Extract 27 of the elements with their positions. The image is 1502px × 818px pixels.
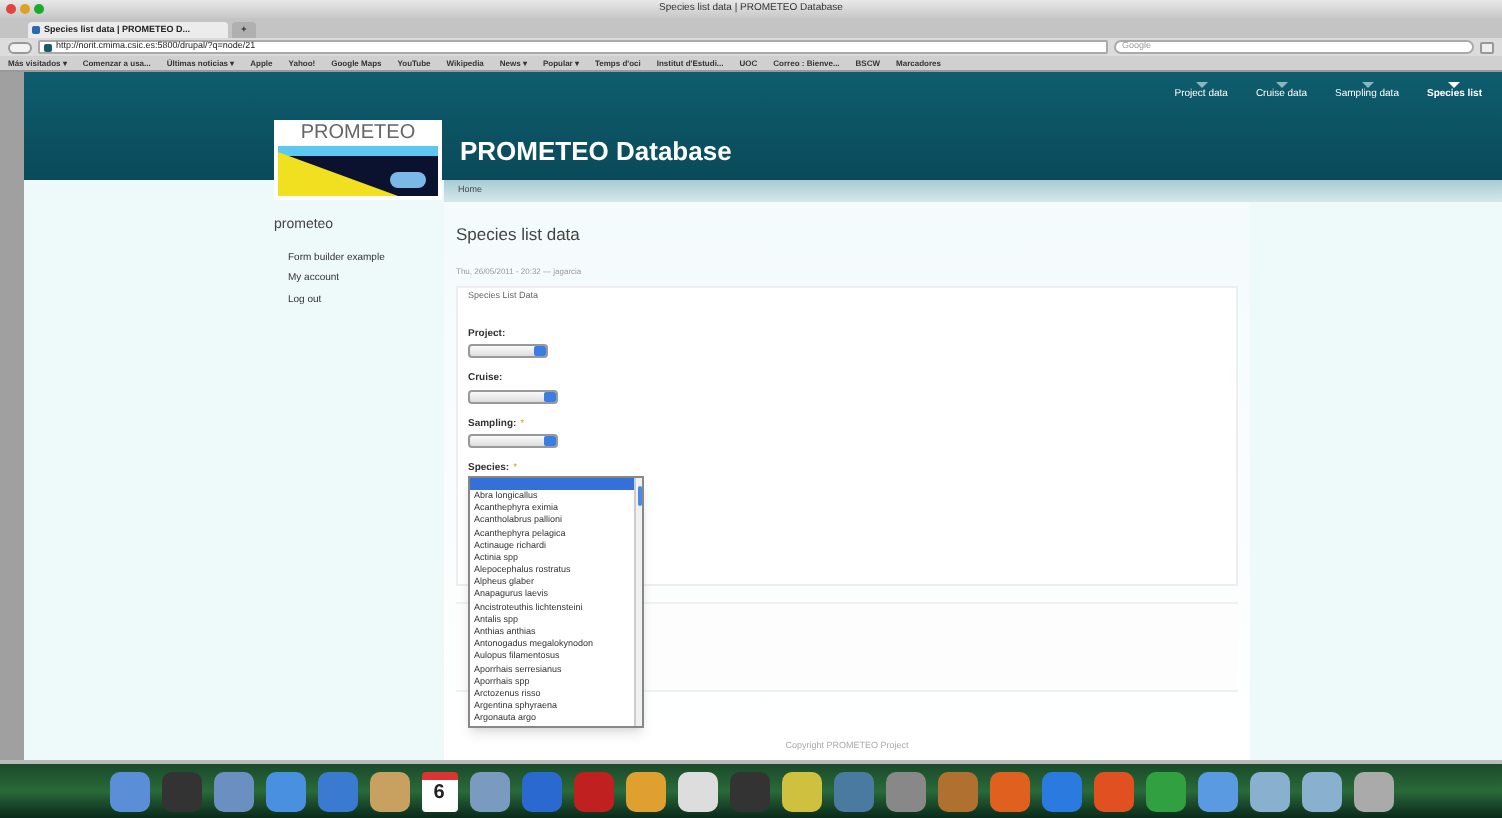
dock-app-icon[interactable] — [677, 771, 717, 811]
dock-app-icon[interactable] — [109, 771, 149, 811]
dock-app-icon[interactable] — [469, 771, 509, 811]
select-field[interactable] — [468, 389, 558, 403]
dock-app-icon[interactable] — [369, 771, 409, 811]
dock-app-icon[interactable] — [1197, 771, 1237, 811]
select-arrows-icon — [544, 391, 556, 401]
select-arrows-icon — [534, 346, 546, 356]
dock-app-icon[interactable] — [1249, 771, 1289, 811]
close-icon[interactable] — [6, 4, 16, 14]
zoom-icon[interactable] — [34, 4, 44, 14]
dock-app-icon[interactable] — [213, 771, 253, 811]
dock-app-icon[interactable] — [265, 771, 305, 811]
dock-app-icon[interactable] — [1353, 771, 1393, 811]
dock-app-icon[interactable] — [625, 771, 665, 811]
dock-app-icon[interactable] — [1301, 771, 1341, 811]
site-icon — [44, 43, 52, 51]
site-title: PROMETEO Database — [460, 133, 732, 169]
select-field[interactable] — [468, 344, 548, 358]
dock-app-icon[interactable] — [1145, 771, 1185, 811]
select-arrows-icon — [544, 436, 556, 446]
back-button[interactable] — [8, 41, 32, 53]
select-field[interactable] — [468, 434, 558, 448]
dock-app-icon[interactable] — [781, 771, 821, 811]
page-title: Species list data — [456, 222, 582, 248]
calendar-date[interactable]: 6 — [421, 771, 457, 811]
minimize-icon[interactable] — [20, 4, 30, 14]
